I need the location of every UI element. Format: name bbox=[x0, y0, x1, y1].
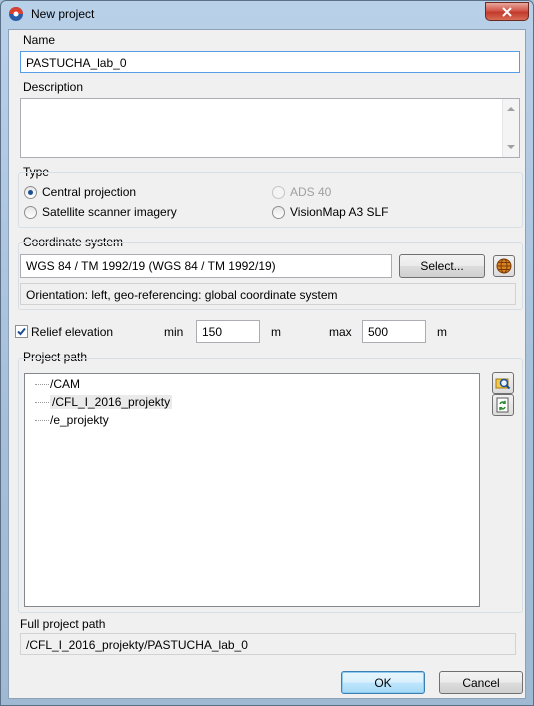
max-unit-label: m bbox=[437, 325, 447, 339]
window-title: New project bbox=[31, 7, 95, 21]
radio-visionmap[interactable]: VisionMap A3 SLF bbox=[272, 205, 389, 219]
folder-search-icon bbox=[495, 378, 511, 390]
radio-ads40-indicator bbox=[272, 185, 285, 199]
refresh-icon bbox=[496, 397, 509, 413]
max-label: max bbox=[329, 325, 352, 339]
description-field[interactable] bbox=[20, 98, 520, 158]
min-label: min bbox=[164, 325, 184, 339]
orientation-info: Orientation: left, geo-referencing: glob… bbox=[20, 283, 516, 305]
description-label: Description bbox=[23, 80, 84, 94]
radio-satellite-scanner-indicator[interactable] bbox=[24, 205, 37, 219]
radio-visionmap-indicator[interactable] bbox=[272, 205, 285, 219]
globe-button[interactable] bbox=[493, 255, 515, 277]
browse-folder-button[interactable] bbox=[492, 372, 514, 394]
type-group bbox=[18, 172, 523, 228]
tree-item-label: /CFL_I_2016_projekty bbox=[50, 395, 173, 409]
select-coordinate-system-button[interactable]: Select... bbox=[399, 254, 485, 278]
radio-ads40: ADS 40 bbox=[272, 185, 331, 199]
radio-central-projection-indicator[interactable] bbox=[24, 185, 37, 199]
radio-satellite-scanner-label: Satellite scanner imagery bbox=[42, 205, 177, 219]
tree-item-e-projekty[interactable]: /e_projekty bbox=[35, 413, 109, 427]
tree-connector bbox=[35, 419, 49, 421]
full-path-label: Full project path bbox=[20, 617, 106, 631]
tree-connector bbox=[35, 401, 49, 403]
checkmark-icon bbox=[17, 327, 26, 336]
tree-item-cam[interactable]: /CAM bbox=[35, 377, 80, 391]
name-field[interactable]: PASTUCHA_lab_0 bbox=[20, 51, 520, 73]
project-path-tree[interactable]: /CAM /CFL_I_2016_projekty /e_projekty bbox=[24, 373, 480, 607]
title-bar[interactable]: New project bbox=[1, 1, 533, 27]
description-scrollbar[interactable] bbox=[502, 99, 519, 157]
max-elevation-field[interactable]: 500 bbox=[362, 320, 426, 343]
radio-central-projection-label: Central projection bbox=[42, 185, 137, 199]
dialog-window: New project Name PASTUCHA_lab_0 Descript… bbox=[0, 0, 534, 706]
name-label: Name bbox=[23, 33, 56, 47]
full-path-field: /CFL_I_2016_projekty/PASTUCHA_lab_0 bbox=[20, 633, 516, 655]
scroll-up-icon[interactable] bbox=[507, 107, 515, 111]
app-icon bbox=[9, 7, 23, 21]
tree-item-label: /e_projekty bbox=[50, 413, 109, 427]
ok-button[interactable]: OK bbox=[341, 671, 425, 694]
radio-visionmap-label: VisionMap A3 SLF bbox=[290, 205, 389, 219]
close-button[interactable] bbox=[485, 2, 529, 21]
relief-elevation-checkbox[interactable] bbox=[15, 325, 28, 338]
tree-item-cfl-projekty[interactable]: /CFL_I_2016_projekty bbox=[35, 395, 173, 409]
dialog-body: Name PASTUCHA_lab_0 Description Type Cen… bbox=[8, 29, 526, 699]
coordinate-system-field[interactable]: WGS 84 / TM 1992/19 (WGS 84 / TM 1992/19… bbox=[20, 254, 392, 278]
refresh-button[interactable] bbox=[492, 394, 514, 416]
min-elevation-field[interactable]: 150 bbox=[196, 320, 260, 343]
radio-ads40-label: ADS 40 bbox=[290, 185, 332, 199]
scroll-down-icon[interactable] bbox=[507, 145, 515, 149]
radio-central-projection[interactable]: Central projection bbox=[24, 185, 136, 199]
tree-item-label: /CAM bbox=[50, 377, 80, 391]
cancel-button[interactable]: Cancel bbox=[439, 671, 523, 694]
min-unit-label: m bbox=[271, 325, 281, 339]
close-icon bbox=[502, 6, 512, 17]
relief-elevation-label: Relief elevation bbox=[31, 325, 114, 339]
tree-connector bbox=[35, 383, 49, 385]
radio-satellite-scanner[interactable]: Satellite scanner imagery bbox=[24, 205, 177, 219]
globe-icon bbox=[496, 258, 512, 274]
